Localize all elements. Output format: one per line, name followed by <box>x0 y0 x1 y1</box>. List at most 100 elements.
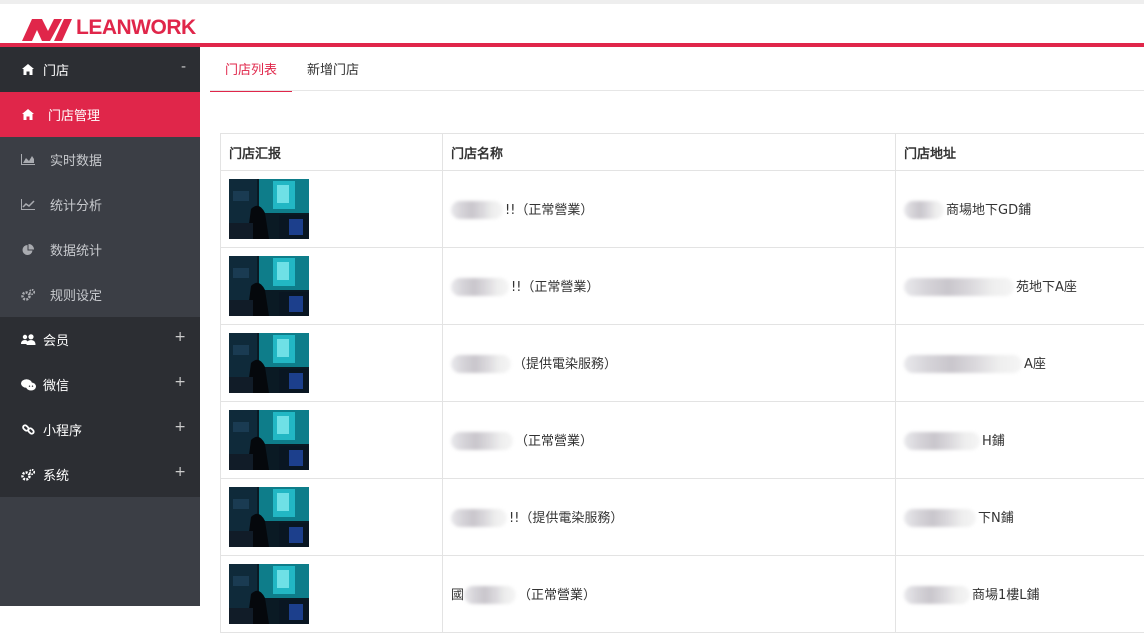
sidebar-group-wechat[interactable]: 微信 + <box>0 362 200 407</box>
expand-toggle[interactable]: + <box>174 419 186 435</box>
store-name-status: !!（提供電染服務） <box>509 511 623 526</box>
store-name-status: !!（正常營業） <box>511 280 599 295</box>
redacted-blur <box>904 509 976 527</box>
area-chart-icon <box>20 154 36 165</box>
report-cell <box>221 248 443 325</box>
collapse-toggle[interactable]: - <box>181 59 186 75</box>
table-row[interactable]: （正常營業） H鋪 <box>221 402 1144 479</box>
leanwork-logo-icon <box>20 13 74 43</box>
store-name-status: （提供電染服務） <box>513 357 617 372</box>
expand-toggle[interactable]: + <box>174 464 186 480</box>
store-address-cell: A座 <box>896 325 1144 402</box>
report-cell <box>221 479 443 556</box>
store-name-status: （正常營業） <box>518 588 596 603</box>
link-icon <box>20 423 36 436</box>
expand-toggle[interactable]: + <box>174 374 186 390</box>
store-address-suffix: 苑地下A座 <box>1016 280 1077 295</box>
wechat-icon <box>20 379 36 391</box>
sidebar-item-label: 统计分析 <box>50 195 102 214</box>
cogs-icon <box>20 289 36 301</box>
store-name-cell: !!（正常營業） <box>443 171 896 248</box>
brand-name: LEANWORK <box>76 16 196 40</box>
table-row[interactable]: 國 （正常營業） 商場1樓L鋪 <box>221 556 1144 633</box>
sidebar-group-mini-program[interactable]: 小程序 + <box>0 407 200 452</box>
store-name-prefix: 國 <box>451 588 464 603</box>
sidebar-group-label: 系统 <box>43 465 69 484</box>
sidebar-group-system[interactable]: 系统 + <box>0 452 200 497</box>
sidebar-item-label: 规则设定 <box>50 285 102 304</box>
sidebar-item-statistical-analysis[interactable]: 统计分析 <box>0 182 200 227</box>
store-report-thumbnail[interactable] <box>229 179 309 239</box>
store-table-container: 门店汇报 门店名称 门店地址 !!（正常營業） 商場地下GD鋪 !!（正常營業） 苑地… <box>220 133 1144 633</box>
redacted-blur <box>451 432 513 450</box>
report-cell <box>221 556 443 633</box>
store-name-cell: （正常營業） <box>443 402 896 479</box>
sidebar-group-members[interactable]: 会员 + <box>0 317 200 362</box>
line-chart-icon <box>20 199 36 210</box>
users-icon <box>20 334 36 345</box>
sidebar-group-label: 门店 <box>43 60 69 79</box>
table-row[interactable]: !!（正常營業） 苑地下A座 <box>221 248 1144 325</box>
sidebar-item-rule-settings[interactable]: 规则设定 <box>0 272 200 317</box>
store-report-thumbnail[interactable] <box>229 564 309 624</box>
column-header-address: 门店地址 <box>896 134 1144 171</box>
redacted-blur <box>451 278 509 296</box>
main-content: 门店列表 新增门店 门店汇报 门店名称 门店地址 !!（正常營業） 商場地下GD鋪… <box>200 47 1144 606</box>
store-address-suffix: 商場1樓L鋪 <box>972 588 1040 603</box>
store-address-cell: 商場1樓L鋪 <box>896 556 1144 633</box>
store-name-cell: 國 （正常營業） <box>443 556 896 633</box>
tab-bar: 门店列表 新增门店 <box>210 57 374 91</box>
store-name-status: （正常營業） <box>515 434 593 449</box>
report-cell <box>221 171 443 248</box>
sidebar-group-label: 微信 <box>43 375 69 394</box>
column-header-name: 门店名称 <box>443 134 896 171</box>
table-header-row: 门店汇报 门店名称 门店地址 <box>221 134 1144 171</box>
sidebar-item-realtime-data[interactable]: 实时数据 <box>0 137 200 182</box>
store-address-suffix: 下N鋪 <box>978 511 1014 526</box>
redacted-blur <box>451 355 511 373</box>
redacted-blur <box>904 432 980 450</box>
store-report-thumbnail[interactable] <box>229 333 309 393</box>
table-row[interactable]: !!（提供電染服務） 下N鋪 <box>221 479 1144 556</box>
sidebar-group-label: 小程序 <box>43 420 82 439</box>
tab-add-store[interactable]: 新增门店 <box>292 57 374 90</box>
tab-store-list[interactable]: 门店列表 <box>210 57 292 92</box>
table-body: !!（正常營業） 商場地下GD鋪 !!（正常營業） 苑地下A座 （提供電染服務） A座 （正… <box>221 171 1144 633</box>
top-bar: LEANWORK <box>0 0 1144 44</box>
store-address-suffix: H鋪 <box>982 434 1005 449</box>
store-address-cell: 商場地下GD鋪 <box>896 171 1144 248</box>
sidebar: 门店 - 门店管理 实时数据 统计分析 数据统计 <box>0 47 200 606</box>
store-report-thumbnail[interactable] <box>229 410 309 470</box>
sidebar-item-data-statistics[interactable]: 数据统计 <box>0 227 200 272</box>
redacted-blur <box>451 509 507 527</box>
sidebar-item-label: 门店管理 <box>48 105 100 124</box>
home-icon <box>20 64 36 75</box>
store-address-suffix: 商場地下GD鋪 <box>946 203 1031 218</box>
table-row[interactable]: （提供電染服務） A座 <box>221 325 1144 402</box>
store-address-cell: H鋪 <box>896 402 1144 479</box>
redacted-blur <box>904 355 1022 373</box>
brand-logo[interactable]: LEANWORK <box>20 13 196 43</box>
sidebar-item-store-management[interactable]: 门店管理 <box>0 92 200 137</box>
table-row[interactable]: !!（正常營業） 商場地下GD鋪 <box>221 171 1144 248</box>
column-header-report: 门店汇报 <box>221 134 443 171</box>
store-address-suffix: A座 <box>1024 357 1046 372</box>
redacted-blur <box>904 278 1014 296</box>
store-address-cell: 下N鋪 <box>896 479 1144 556</box>
store-name-status: !!（正常營業） <box>505 203 593 218</box>
store-table: 门店汇报 门店名称 门店地址 !!（正常營業） 商場地下GD鋪 !!（正常營業） 苑地… <box>220 133 1144 633</box>
sidebar-group-label: 会员 <box>43 330 69 349</box>
store-report-thumbnail[interactable] <box>229 256 309 316</box>
store-name-cell: !!（正常營業） <box>443 248 896 325</box>
expand-toggle[interactable]: + <box>174 329 186 345</box>
store-report-thumbnail[interactable] <box>229 487 309 547</box>
sidebar-group-store[interactable]: 门店 - <box>0 47 200 92</box>
home-icon <box>20 109 36 120</box>
report-cell <box>221 325 443 402</box>
tab-divider <box>210 90 1144 91</box>
store-name-cell: （提供電染服務） <box>443 325 896 402</box>
sidebar-item-label: 数据统计 <box>50 240 102 259</box>
store-name-cell: !!（提供電染服務） <box>443 479 896 556</box>
sidebar-menu: 门店 - 门店管理 实时数据 统计分析 数据统计 <box>0 47 200 497</box>
redacted-blur <box>904 201 944 219</box>
